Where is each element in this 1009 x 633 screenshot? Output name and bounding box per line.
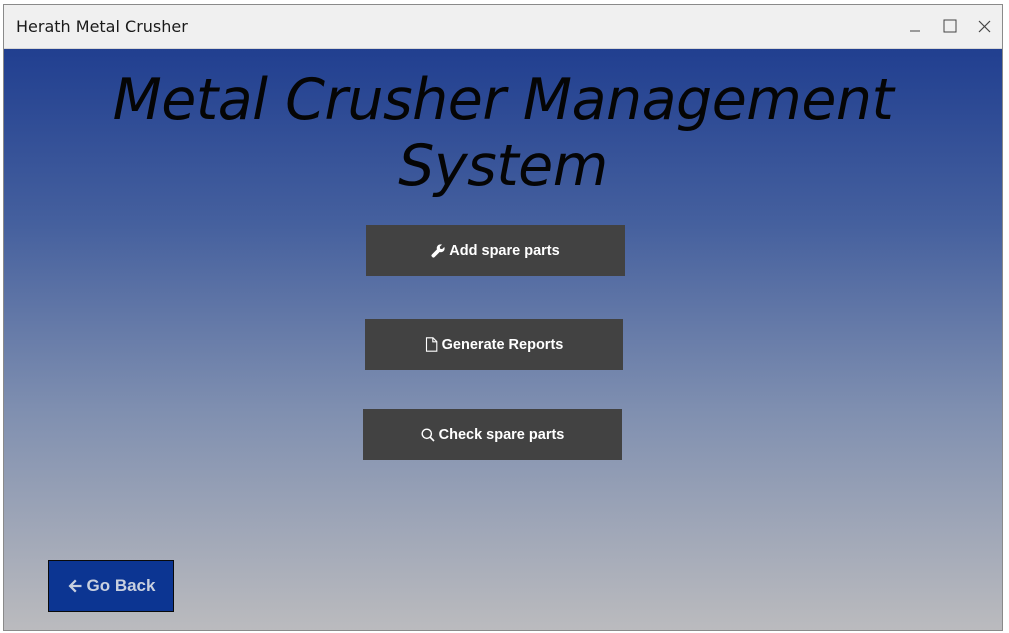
main-panel: Metal Crusher Management System Add spar… — [4, 49, 1002, 630]
window-controls — [897, 5, 1002, 49]
window-title: Herath Metal Crusher — [16, 17, 188, 36]
go-back-button[interactable]: Go Back — [48, 560, 174, 612]
minimize-button[interactable] — [897, 5, 932, 49]
page-title: Metal Crusher Management System — [112, 67, 894, 199]
add-spare-parts-button[interactable]: Add spare parts — [366, 225, 625, 276]
close-button[interactable] — [967, 5, 1002, 49]
arrow-left-icon — [67, 578, 83, 594]
wrench-icon — [431, 243, 445, 258]
generate-reports-label: Generate Reports — [441, 336, 564, 353]
check-spare-parts-label: Check spare parts — [438, 426, 565, 443]
add-spare-parts-label: Add spare parts — [449, 242, 560, 259]
maximize-icon — [943, 18, 957, 37]
minimize-icon — [909, 18, 921, 37]
title-bar[interactable]: Herath Metal Crusher — [4, 5, 1002, 49]
go-back-label: Go Back — [86, 576, 156, 595]
close-icon — [978, 18, 991, 37]
generate-reports-button[interactable]: Generate Reports — [365, 319, 623, 370]
check-spare-parts-button[interactable]: Check spare parts — [363, 409, 622, 460]
app-window: Herath Metal Crusher Metal Crusher Manag… — [3, 4, 1003, 631]
maximize-button[interactable] — [932, 5, 967, 49]
document-icon — [425, 337, 438, 352]
search-icon — [421, 428, 435, 442]
